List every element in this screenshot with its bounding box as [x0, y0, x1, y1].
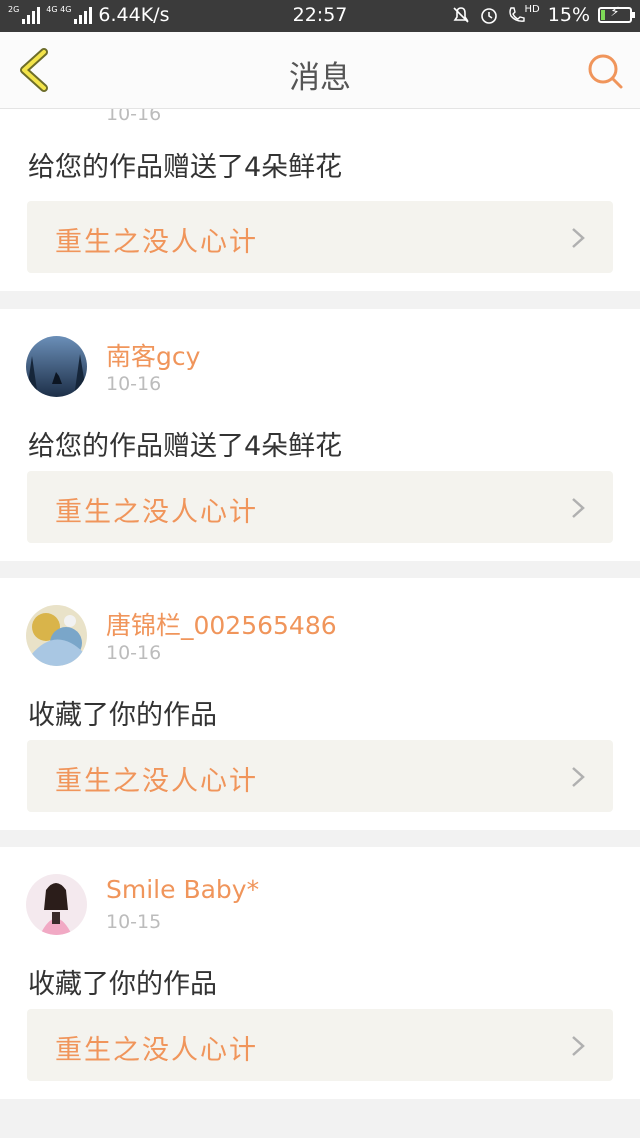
hd-label: HD	[524, 4, 540, 15]
battery-icon: ⚡	[598, 5, 635, 23]
user-name[interactable]: Smile Baby*	[106, 875, 259, 904]
status-bar: 2G 4G 4G 6.44K/s 22:57 HD 15% ⚡	[0, 0, 640, 32]
user-name[interactable]: 南客gcy	[106, 337, 200, 373]
message-card: 唐锦栏_002565486 10-16 收藏了你的作品 重生之没人心计	[0, 578, 640, 830]
avatar[interactable]	[26, 874, 87, 935]
chevron-right-icon	[572, 228, 585, 248]
message-action: 给您的作品赠送了4朵鲜花	[28, 152, 343, 183]
message-action: 收藏了你的作品	[28, 700, 217, 731]
work-link[interactable]: 重生之没人心计	[27, 1009, 613, 1081]
work-link[interactable]: 重生之没人心计	[27, 201, 613, 273]
work-title: 重生之没人心计	[55, 227, 258, 258]
message-date: 10-16	[106, 642, 162, 664]
work-link[interactable]: 重生之没人心计	[27, 471, 613, 543]
chevron-right-icon	[572, 1036, 585, 1056]
message-card: Smile Baby* 10-15 收藏了你的作品 重生之没人心计	[0, 847, 640, 1099]
page-title: 消息	[289, 60, 351, 96]
alarm-icon	[480, 8, 497, 24]
message-date: 10-16	[106, 373, 162, 395]
work-title: 重生之没人心计	[55, 766, 258, 797]
avatar[interactable]	[26, 605, 87, 666]
search-icon[interactable]	[586, 52, 624, 90]
message-action: 给您的作品赠送了4朵鲜花	[28, 431, 343, 462]
phone-icon	[508, 7, 525, 22]
message-card: 南客gcy 10-16 给您的作品赠送了4朵鲜花 重生之没人心计	[0, 309, 640, 561]
nav-bar: 消息	[0, 32, 640, 109]
battery-percent: 15%	[547, 4, 590, 26]
chevron-right-icon	[572, 498, 585, 518]
avatar[interactable]	[26, 336, 87, 397]
work-title: 重生之没人心计	[55, 1035, 258, 1066]
work-link[interactable]: 重生之没人心计	[27, 740, 613, 812]
user-name[interactable]: 唐锦栏_002565486	[106, 606, 337, 642]
work-title: 重生之没人心计	[55, 497, 258, 528]
message-date: 10-15	[106, 911, 162, 933]
message-action: 收藏了你的作品	[28, 969, 217, 1000]
chevron-right-icon	[572, 767, 585, 787]
mute-bell-icon	[452, 7, 469, 23]
